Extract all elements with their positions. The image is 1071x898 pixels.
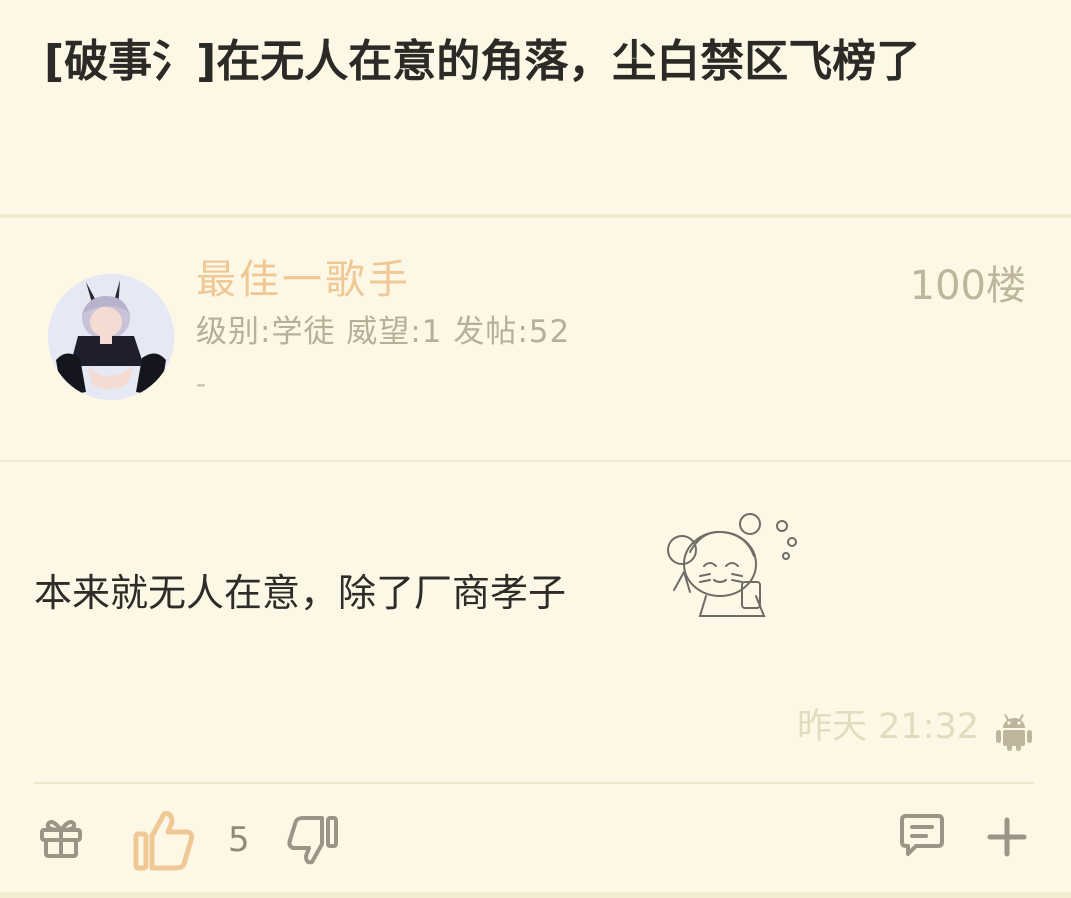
android-icon — [996, 714, 1032, 751]
comment-icon[interactable] — [898, 812, 946, 858]
avatar-illustration — [48, 274, 174, 400]
plus-icon[interactable] — [986, 816, 1028, 858]
author-signature: - — [196, 367, 207, 400]
avatar[interactable] — [48, 274, 174, 400]
floor-number: 100楼 — [909, 263, 1026, 309]
post-timestamp: 昨天 21:32 — [797, 707, 979, 747]
sticker-emoji — [667, 513, 797, 617]
bottom-border — [0, 892, 1071, 898]
thumbs-up-icon[interactable] — [132, 808, 196, 872]
thread-header: [破事氵]在无人在意的角落，尘白禁区飞榜了 — [0, 0, 1071, 218]
author-stats: 级别:学徒 威望:1 发帖:52 — [196, 314, 571, 350]
post-content: 本来就无人在意，除了厂商孝子 — [34, 571, 567, 615]
like-count: 5 — [228, 820, 250, 860]
thumbs-down-icon[interactable] — [286, 812, 340, 866]
post-author-row: 最佳一歌手 级别:学徒 威望:1 发帖:52 - 100楼 — [0, 218, 1071, 462]
gift-icon[interactable] — [38, 814, 84, 860]
author-name[interactable]: 最佳一歌手 — [196, 252, 411, 308]
divider — [34, 782, 1034, 784]
thread-title: [破事氵]在无人在意的角落，尘白禁区飞榜了 — [44, 36, 921, 87]
